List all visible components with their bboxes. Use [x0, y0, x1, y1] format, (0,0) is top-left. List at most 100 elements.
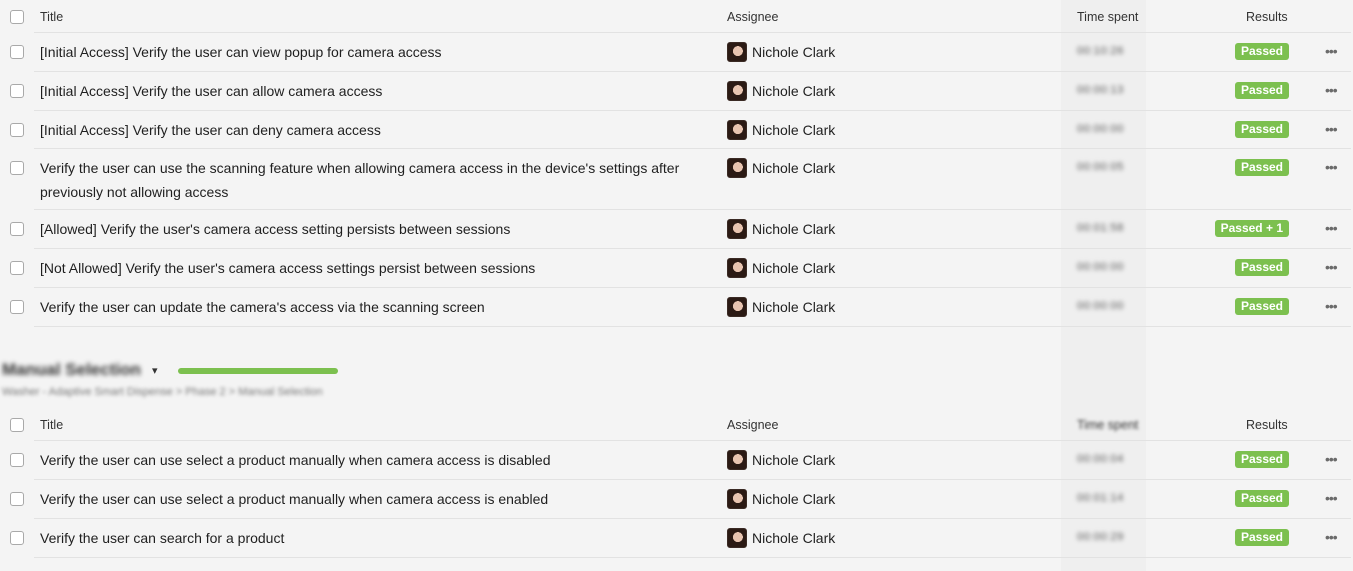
assignee-name: Nichole Clark	[752, 122, 836, 138]
assignee-name: Nichole Clark	[752, 221, 836, 237]
assignee-name: Nichole Clark	[752, 452, 836, 468]
column-header-time-spent[interactable]: Time spent	[1077, 10, 1138, 24]
select-all-checkbox[interactable]	[10, 10, 24, 24]
row-title[interactable]: Verify the user can use select a product…	[40, 448, 720, 472]
more-horizontal-icon[interactable]: •••	[1325, 490, 1338, 506]
table-row[interactable]: [Not Allowed] Verify the user's camera a…	[0, 249, 1353, 288]
time-spent: 00:00:29	[1077, 531, 1124, 543]
table-row[interactable]: [Allowed] Verify the user's camera acces…	[0, 210, 1353, 249]
row-assignee[interactable]: Nichole Clark	[727, 219, 835, 239]
more-horizontal-icon[interactable]: •••	[1325, 298, 1338, 314]
row-checkbox[interactable]	[10, 222, 24, 236]
row-assignee[interactable]: Nichole Clark	[727, 258, 835, 278]
row-checkbox[interactable]	[10, 45, 24, 59]
column-header-title[interactable]: Title	[40, 10, 63, 24]
time-spent: 00:10:26	[1077, 45, 1124, 57]
row-checkbox[interactable]	[10, 531, 24, 545]
status-badge: Passed	[1234, 159, 1289, 176]
avatar	[727, 258, 747, 278]
avatar	[727, 42, 747, 62]
more-horizontal-icon[interactable]: •••	[1325, 159, 1338, 175]
row-title[interactable]: [Initial Access] Verify the user can all…	[40, 79, 720, 103]
row-checkbox[interactable]	[10, 492, 24, 506]
more-horizontal-icon[interactable]: •••	[1325, 43, 1338, 59]
column-header-results[interactable]: Results	[1246, 418, 1288, 432]
row-checkbox[interactable]	[10, 84, 24, 98]
avatar	[727, 219, 747, 239]
column-header-results[interactable]: Results	[1246, 10, 1288, 24]
row-assignee[interactable]: Nichole Clark	[727, 120, 835, 140]
row-title[interactable]: [Not Allowed] Verify the user's camera a…	[40, 256, 720, 280]
assignee-name: Nichole Clark	[752, 530, 836, 546]
row-assignee[interactable]: Nichole Clark	[727, 42, 835, 62]
section-progress-bar	[178, 368, 338, 374]
column-header-assignee[interactable]: Assignee	[727, 418, 778, 432]
assignee-name: Nichole Clark	[752, 83, 836, 99]
more-horizontal-icon[interactable]: •••	[1325, 451, 1338, 467]
row-title[interactable]: Verify the user can search for a product	[40, 526, 720, 550]
table-row[interactable]: Verify the user can search for a product…	[0, 519, 1353, 558]
table-row[interactable]: [Initial Access] Verify the user can all…	[0, 72, 1353, 111]
more-horizontal-icon[interactable]: •••	[1325, 220, 1338, 236]
more-horizontal-icon[interactable]: •••	[1325, 121, 1338, 137]
row-assignee[interactable]: Nichole Clark	[727, 297, 835, 317]
table-row[interactable]: Verify the user can use select a product…	[0, 480, 1353, 519]
row-title[interactable]: [Initial Access] Verify the user can vie…	[40, 40, 720, 64]
column-header-time-spent[interactable]: Time spent	[1077, 418, 1138, 432]
status-badge: Passed	[1234, 529, 1289, 546]
avatar	[727, 489, 747, 509]
select-all-checkbox[interactable]	[10, 418, 24, 432]
assignee-name: Nichole Clark	[752, 160, 836, 176]
table-row[interactable]: Verify the user can update the camera's …	[0, 288, 1353, 327]
table-header: Title Assignee Time spent Results	[0, 408, 1353, 441]
row-checkbox[interactable]	[10, 300, 24, 314]
time-spent: 00:00:00	[1077, 300, 1124, 312]
column-header-title[interactable]: Title	[40, 418, 63, 432]
avatar	[727, 120, 747, 140]
more-horizontal-icon[interactable]: •••	[1325, 82, 1338, 98]
divider	[34, 557, 1351, 558]
row-assignee[interactable]: Nichole Clark	[727, 450, 835, 470]
status-badge: Passed	[1234, 82, 1289, 99]
assignee-name: Nichole Clark	[752, 260, 836, 276]
row-title[interactable]: Verify the user can use select a product…	[40, 487, 720, 511]
status-badge: Passed	[1234, 451, 1289, 468]
table-row[interactable]: Verify the user can use the scanning fea…	[0, 149, 1353, 210]
breadcrumb[interactable]: Washer - Adaptive Smart Dispense > Phase…	[2, 386, 323, 398]
row-assignee[interactable]: Nichole Clark	[727, 81, 835, 101]
avatar	[727, 297, 747, 317]
table-row[interactable]: [Initial Access] Verify the user can vie…	[0, 33, 1353, 72]
avatar	[727, 528, 747, 548]
column-header-assignee[interactable]: Assignee	[727, 10, 778, 24]
row-title[interactable]: [Allowed] Verify the user's camera acces…	[40, 217, 720, 241]
table-row[interactable]: [Initial Access] Verify the user can den…	[0, 111, 1353, 149]
avatar	[727, 158, 747, 178]
chevron-down-icon[interactable]: ▾	[152, 364, 158, 377]
row-title[interactable]: Verify the user can update the camera's …	[40, 295, 720, 319]
row-assignee[interactable]: Nichole Clark	[727, 528, 835, 548]
row-checkbox[interactable]	[10, 161, 24, 175]
avatar	[727, 81, 747, 101]
time-spent: 00:00:00	[1077, 261, 1124, 273]
row-checkbox[interactable]	[10, 453, 24, 467]
time-spent: 00:00:00	[1077, 123, 1124, 135]
row-assignee[interactable]: Nichole Clark	[727, 158, 835, 178]
row-checkbox[interactable]	[10, 261, 24, 275]
more-horizontal-icon[interactable]: •••	[1325, 529, 1338, 545]
assignee-name: Nichole Clark	[752, 44, 836, 60]
more-horizontal-icon[interactable]: •••	[1325, 259, 1338, 275]
row-assignee[interactable]: Nichole Clark	[727, 489, 835, 509]
row-checkbox[interactable]	[10, 123, 24, 137]
row-title[interactable]: Verify the user can use the scanning fea…	[40, 156, 720, 204]
row-title[interactable]: [Initial Access] Verify the user can den…	[40, 118, 720, 142]
status-badge: Passed	[1234, 259, 1289, 276]
status-badge: Passed	[1234, 121, 1289, 138]
time-spent: 00:00:05	[1077, 161, 1124, 173]
table-header: Title Assignee Time spent Results	[0, 0, 1353, 33]
section-title[interactable]: Manual Selection	[2, 360, 141, 380]
time-spent: 00:00:13	[1077, 84, 1124, 96]
time-spent: 00:00:04	[1077, 453, 1124, 465]
status-badge: Passed + 1	[1214, 220, 1289, 237]
table-row[interactable]: Verify the user can use select a product…	[0, 441, 1353, 480]
assignee-name: Nichole Clark	[752, 299, 836, 315]
